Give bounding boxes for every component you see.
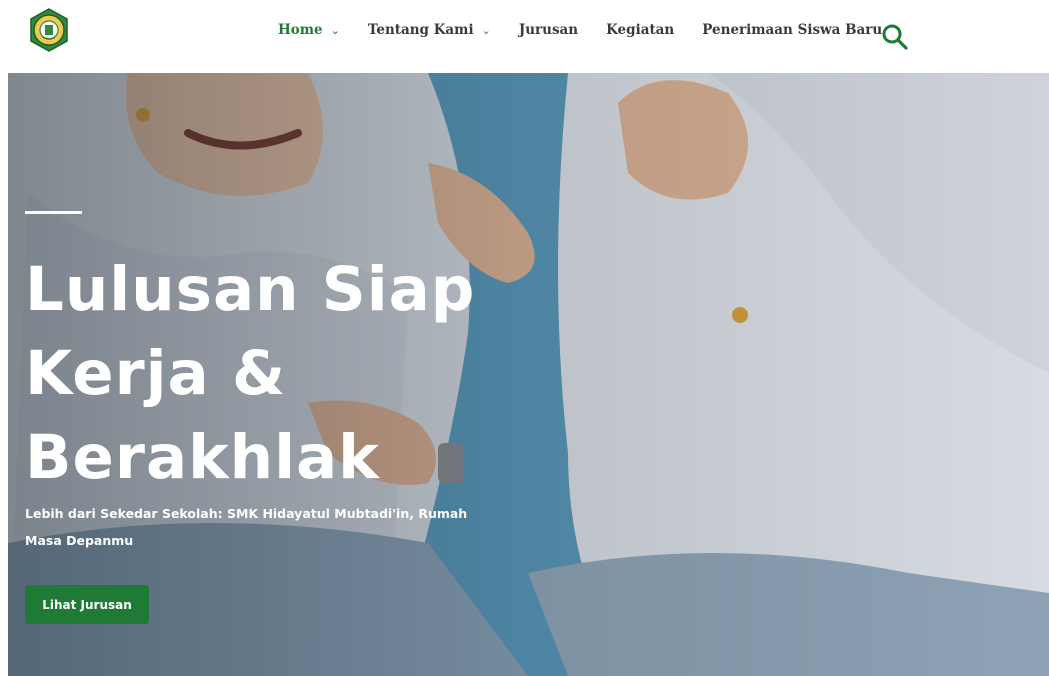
school-logo[interactable] <box>26 7 72 53</box>
nav-item-tentang-kami[interactable]: Tentang Kami ⌄ <box>368 22 491 38</box>
hero-subtitle: Lebih dari Sekedar Sekolah: SMK Hidayatu… <box>25 506 468 548</box>
chevron-down-icon: ⌄ <box>330 23 340 37</box>
nav-item-label: Home <box>278 22 323 38</box>
nav-item-label: Jurusan <box>518 22 579 38</box>
main-menu: Home ⌄ Tentang Kami ⌄ Jurusan Kegiatan P… <box>278 22 910 38</box>
search-icon[interactable] <box>880 22 910 52</box>
hero-banner: Lulusan Siap Kerja & Berakhlak Lebih dar… <box>8 73 1049 676</box>
chevron-down-icon: ⌄ <box>481 23 491 37</box>
nav-item-label: Kegiatan <box>606 22 675 38</box>
hero-title: Lulusan Siap Kerja & Berakhlak <box>25 254 476 493</box>
navbar: Home ⌄ Tentang Kami ⌄ Jurusan Kegiatan P… <box>0 0 1049 72</box>
nav-item-label: Penerimaan Siswa Baru <box>702 22 883 38</box>
nav-item-penerimaan-siswa-baru[interactable]: Penerimaan Siswa Baru <box>702 22 882 38</box>
nav-item-home[interactable]: Home ⌄ <box>278 22 340 38</box>
nav-item-jurusan[interactable]: Jurusan <box>519 22 578 38</box>
lihat-jurusan-button[interactable]: Lihat Jurusan <box>25 585 149 624</box>
nav-item-kegiatan[interactable]: Kegiatan <box>606 22 674 38</box>
nav-item-label: Tentang Kami <box>367 22 474 38</box>
hero-divider <box>25 211 82 214</box>
